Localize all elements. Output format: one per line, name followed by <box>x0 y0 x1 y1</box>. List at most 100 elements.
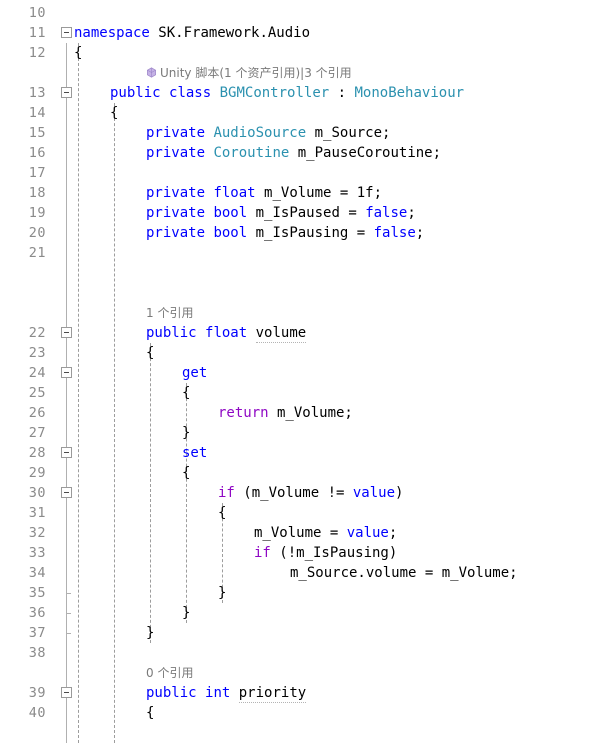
code-line-content[interactable]: set <box>182 443 207 463</box>
code-line[interactable]: m_Volume = value; <box>0 523 611 543</box>
code-line[interactable]: private bool m_IsPaused = false; <box>0 203 611 223</box>
code-line[interactable]: namespace SK.Framework.Audio <box>0 23 611 43</box>
code-line-content[interactable]: if (!m_IsPausing) <box>254 543 397 563</box>
code-line-content[interactable]: private float m_Volume = 1f; <box>146 183 382 203</box>
code-line[interactable]: { <box>0 343 611 363</box>
code-line-content[interactable]: private Coroutine m_PauseCoroutine; <box>146 143 441 163</box>
code-token: set <box>182 445 208 461</box>
code-line[interactable]: public float volume <box>0 323 611 343</box>
code-line[interactable] <box>0 243 611 263</box>
codelens-label[interactable]: 1 个引用 <box>146 306 193 320</box>
code-line-content[interactable]: { <box>110 103 118 123</box>
code-token: m_IsPaused = <box>247 205 366 221</box>
code-line[interactable]: { <box>0 103 611 123</box>
code-token: m_Volume; <box>268 405 353 421</box>
code-token: : <box>329 85 355 101</box>
code-token: false <box>373 225 416 241</box>
code-line[interactable]: { <box>0 383 611 403</box>
codelens-label[interactable]: 0 个引用 <box>146 666 193 680</box>
unity-icon <box>146 67 157 78</box>
code-token: { <box>218 505 227 521</box>
code-line-content[interactable]: { <box>146 703 154 723</box>
code-line[interactable]: { <box>0 703 611 723</box>
code-line[interactable] <box>0 643 611 663</box>
codelens-item[interactable]: 1 个引用 <box>146 304 193 322</box>
code-token: } <box>218 585 227 601</box>
code-line-content[interactable]: namespace SK.Framework.Audio <box>74 23 310 43</box>
code-line[interactable]: m_Source.volume = m_Volume; <box>0 563 611 583</box>
code-token: namespace <box>74 25 150 41</box>
code-line[interactable]: } <box>0 583 611 603</box>
code-line[interactable]: { <box>0 463 611 483</box>
code-token: { <box>146 345 155 361</box>
code-token: { <box>110 105 119 121</box>
code-line[interactable] <box>0 163 611 183</box>
code-token: (m_Volume != <box>234 485 353 501</box>
code-token: } <box>146 625 155 641</box>
code-line-content[interactable]: { <box>74 43 82 63</box>
code-line-content[interactable]: } <box>182 603 190 623</box>
code-line-content[interactable]: public class BGMController : MonoBehavio… <box>110 83 464 103</box>
code-line[interactable]: public class BGMController : MonoBehavio… <box>0 83 611 103</box>
code-line-content[interactable]: private AudioSource m_Source; <box>146 123 390 143</box>
code-token: volume <box>255 325 307 343</box>
code-line[interactable]: } <box>0 423 611 443</box>
code-line[interactable]: private float m_Volume = 1f; <box>0 183 611 203</box>
code-line-content[interactable]: public float volume <box>146 323 307 343</box>
code-line[interactable]: set <box>0 443 611 463</box>
code-line-content[interactable]: private bool m_IsPausing = false; <box>146 223 424 243</box>
code-line[interactable]: if (!m_IsPausing) <box>0 543 611 563</box>
code-line[interactable]: } <box>0 603 611 623</box>
code-line[interactable]: private bool m_IsPausing = false; <box>0 223 611 243</box>
code-line[interactable]: if (m_Volume != value) <box>0 483 611 503</box>
code-token: class <box>169 85 212 101</box>
code-line[interactable]: private AudioSource m_Source; <box>0 123 611 143</box>
code-token: Coroutine <box>213 145 290 161</box>
code-line[interactable]: public int priority <box>0 683 611 703</box>
code-token: int <box>205 685 231 701</box>
code-line-content[interactable]: return m_Volume; <box>218 403 353 423</box>
code-line[interactable]: return m_Volume; <box>0 403 611 423</box>
code-token: MonoBehaviour <box>354 85 465 101</box>
code-token: ; <box>407 205 416 221</box>
codelens-label[interactable]: Unity 脚本(1 个资产引用)|3 个引用 <box>160 66 352 80</box>
code-line-content[interactable]: { <box>218 503 226 523</box>
code-line[interactable]: get <box>0 363 611 383</box>
code-token: priority <box>238 685 307 703</box>
code-line-content[interactable]: m_Volume = value; <box>254 523 397 543</box>
code-line-content[interactable]: private bool m_IsPaused = false; <box>146 203 416 223</box>
code-line-content[interactable]: if (m_Volume != value) <box>218 483 403 503</box>
code-token: m_Source.volume = m_Volume; <box>290 565 518 581</box>
code-line-content[interactable]: public int priority <box>146 683 307 703</box>
code-line-content[interactable]: get <box>182 363 207 383</box>
code-editor[interactable]: 10 11 12 13 14 15 16 17 18 19 20 21 22 23 24 25 26 27 28 29… <box>0 0 611 743</box>
code-line-content[interactable]: m_Source.volume = m_Volume; <box>290 563 518 583</box>
code-token: ) <box>395 485 404 501</box>
code-line-content[interactable]: { <box>146 343 154 363</box>
code-line-content[interactable]: { <box>182 463 190 483</box>
codelens-item[interactable]: 0 个引用 <box>146 664 193 682</box>
code-line[interactable]: { <box>0 503 611 523</box>
code-line-content[interactable]: { <box>182 383 190 403</box>
code-token: BGMController <box>219 85 330 101</box>
code-token: { <box>182 465 191 481</box>
code-token: value <box>352 485 396 501</box>
code-line-content[interactable]: } <box>182 423 190 443</box>
code-token: m_Volume = <box>254 525 347 541</box>
code-line[interactable] <box>0 3 611 23</box>
codelens-item[interactable]: Unity 脚本(1 个资产引用)|3 个引用 <box>146 64 352 82</box>
code-line[interactable]: { <box>0 43 611 63</box>
code-line-content[interactable]: } <box>146 623 154 643</box>
code-line[interactable]: } <box>0 623 611 643</box>
code-token: private <box>146 145 206 161</box>
code-token: public <box>146 685 197 701</box>
code-line[interactable]: private Coroutine m_PauseCoroutine; <box>0 143 611 163</box>
code-line-content[interactable]: } <box>218 583 226 603</box>
code-token: { <box>146 705 155 721</box>
